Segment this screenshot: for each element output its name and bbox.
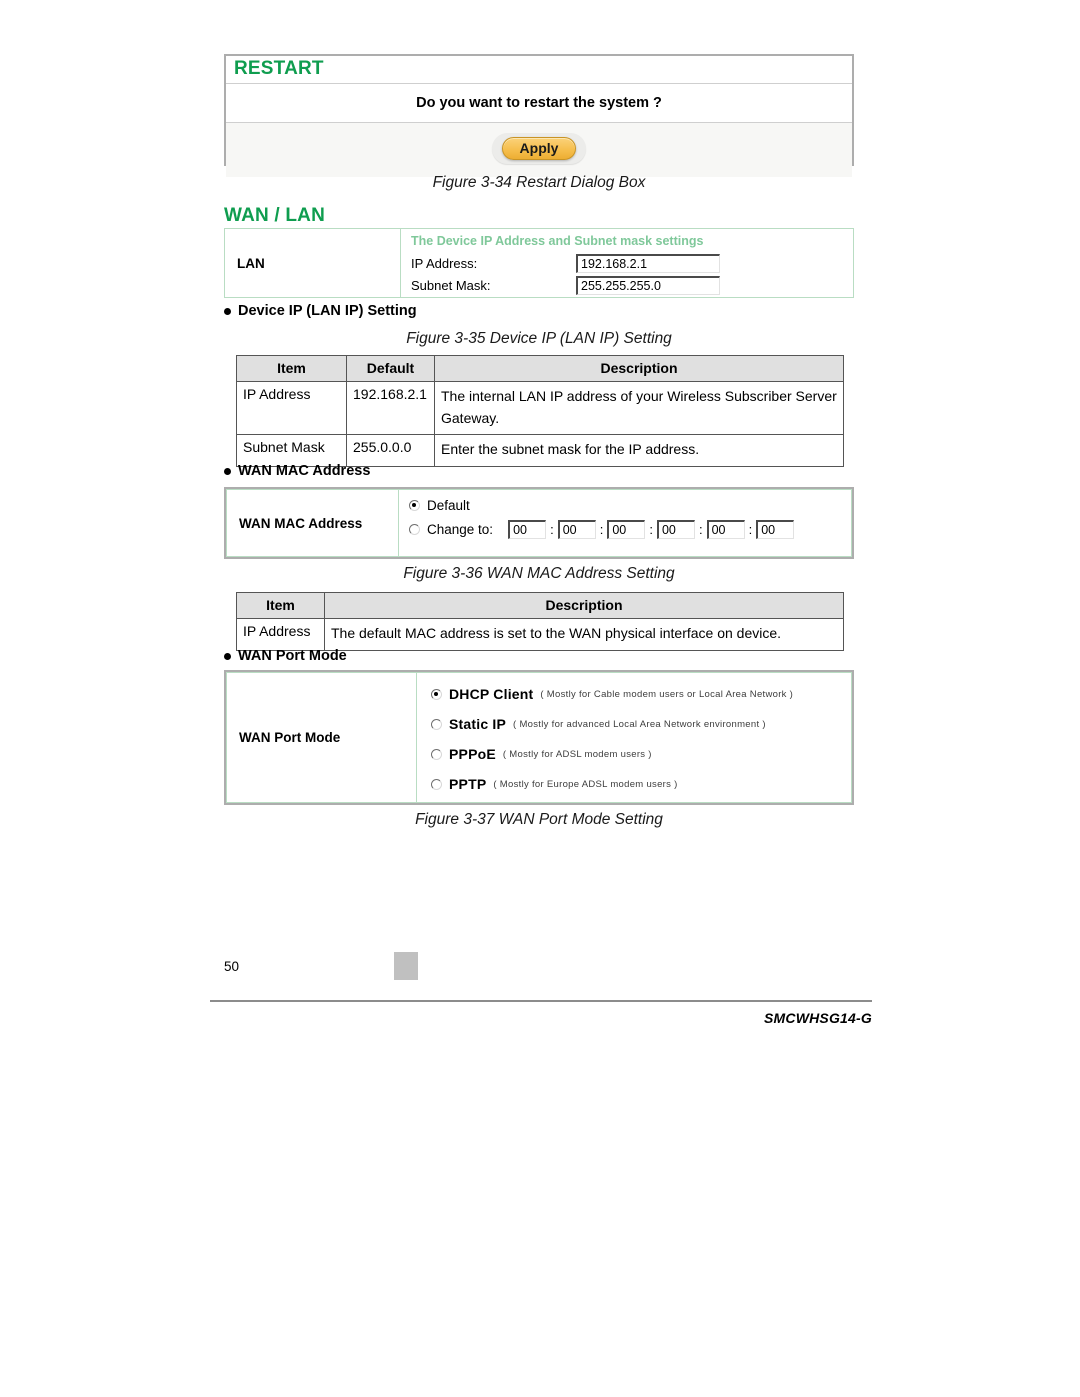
mac-octet-1[interactable]: [508, 520, 547, 539]
cell-item: IP Address: [236, 380, 347, 436]
mac-octet-2[interactable]: [557, 520, 596, 539]
footer-model-name: SMCWHSG14-G: [764, 1010, 872, 1026]
mac-separator: :: [649, 522, 653, 537]
wanlan-panel-title: WAN / LAN: [224, 205, 326, 226]
cell-description: The default MAC address is set to the WA…: [324, 618, 844, 651]
footer-placeholder-box: [394, 952, 419, 980]
mac-option-default-row[interactable]: Default: [409, 498, 851, 513]
mac-separator: :: [599, 522, 604, 537]
table-wan-mac: Item Description IP Address The default …: [236, 592, 844, 651]
restart-dialog-panel: RESTART Do you want to restart the syste…: [224, 54, 854, 177]
page-number: 50: [224, 958, 240, 974]
ip-address-input[interactable]: [576, 254, 720, 273]
mac-octet-4[interactable]: [656, 520, 695, 539]
port-mode-option-static-ip[interactable]: Static IP ( Mostly for advanced Local Ar…: [431, 709, 851, 739]
mac-separator: :: [748, 522, 753, 537]
table-device-ip: Item Default Description IP Address 192.…: [236, 355, 844, 468]
bullet-dot-icon: [224, 307, 231, 315]
radio-pppoe-icon[interactable]: [431, 748, 442, 760]
mac-separator: :: [550, 522, 554, 537]
table-row: IP Address The default MAC address is se…: [236, 618, 844, 651]
caption-figure-3-34: Figure 3-34 Restart Dialog Box: [432, 174, 646, 191]
subnet-mask-label: Subnet Mask:: [411, 278, 491, 293]
cell-item: IP Address: [236, 618, 325, 651]
port-mode-dhcp-client-hint: ( Mostly for Cable modem users or Local …: [540, 688, 794, 700]
mac-separator: :: [698, 522, 703, 537]
radio-default-icon[interactable]: [409, 500, 420, 511]
table-header-row: Item Description: [236, 592, 844, 619]
footer-divider: [210, 1000, 872, 1002]
caption-figure-3-37: Figure 3-37 WAN Port Mode Setting: [415, 811, 663, 828]
document-page: RESTART Do you want to restart the syste…: [0, 0, 1080, 1397]
lan-settings-body: The Device IP Address and Subnet mask se…: [401, 229, 853, 297]
heading-wan-mac-address: WAN MAC Address: [224, 463, 370, 479]
radio-pptp-icon[interactable]: [431, 778, 442, 790]
port-mode-static-ip-hint: ( Mostly for advanced Local Area Network…: [513, 718, 766, 730]
mac-octet-6[interactable]: [756, 520, 795, 539]
port-mode-option-pppoe[interactable]: PPPoE ( Mostly for ADSL modem users ): [431, 739, 851, 769]
mac-option-change-label: Change to:: [427, 522, 494, 537]
wan-port-mode-panel: WAN Port Mode DHCP Client ( Mostly for C…: [224, 670, 854, 805]
port-mode-option-dhcp-client[interactable]: DHCP Client ( Mostly for Cable modem use…: [431, 679, 851, 709]
heading-wan-mac-address-label: WAN MAC Address: [238, 463, 371, 479]
mac-option-default-label: Default: [427, 498, 470, 513]
cell-description: Enter the subnet mask for the IP address…: [434, 434, 844, 468]
mac-octet-group: : : : : :: [508, 520, 795, 539]
caption-figure-3-35: Figure 3-35 Device IP (LAN IP) Setting: [406, 330, 672, 347]
apply-button-halo: Apply: [491, 133, 587, 164]
radio-change-to-icon[interactable]: [409, 524, 420, 535]
bullet-dot-icon: [224, 467, 231, 475]
cell-default: 192.168.2.1: [346, 380, 435, 436]
radio-dhcp-client-icon[interactable]: [431, 688, 442, 700]
caption-figure-3-36: Figure 3-36 WAN MAC Address Setting: [403, 565, 675, 582]
port-mode-static-ip-label: Static IP: [449, 716, 507, 732]
port-mode-option-pptp[interactable]: PPTP ( Mostly for Europe ADSL modem user…: [431, 769, 851, 799]
mac-octet-5[interactable]: [706, 520, 745, 539]
mac-octet-3[interactable]: [607, 520, 646, 539]
mac-option-change-row[interactable]: Change to: : : : : :: [409, 520, 851, 539]
port-mode-pppoe-label: PPPoE: [449, 746, 496, 762]
wan-mac-body: Default Change to: : : : :: [399, 490, 851, 556]
column-header-description: Description: [434, 355, 844, 382]
wan-mac-row-label: WAN MAC Address: [227, 490, 399, 556]
port-mode-pptp-label: PPTP: [449, 776, 487, 792]
port-mode-pptp-hint: ( Mostly for Europe ADSL modem users ): [493, 778, 678, 790]
wan-mac-panel: WAN MAC Address Default Change to: : :: [224, 487, 854, 559]
column-header-item: Item: [236, 592, 325, 619]
restart-apply-row: Apply: [226, 123, 852, 177]
restart-panel-title: RESTART: [234, 58, 324, 79]
lan-row-label: LAN: [225, 229, 401, 297]
table-row: Subnet Mask 255.0.0.0 Enter the subnet m…: [236, 434, 844, 468]
wanlan-panel: LAN The Device IP Address and Subnet mas…: [224, 228, 854, 298]
table-row: IP Address 192.168.2.1 The internal LAN …: [236, 380, 844, 436]
port-mode-dhcp-client-label: DHCP Client: [449, 686, 534, 702]
cell-default: 255.0.0.0: [346, 434, 435, 468]
wan-port-mode-body: DHCP Client ( Mostly for Cable modem use…: [417, 673, 851, 802]
cell-description: The internal LAN IP address of your Wire…: [434, 380, 844, 436]
footer-top-row: 50: [224, 952, 872, 980]
port-mode-pppoe-hint: ( Mostly for ADSL modem users ): [502, 748, 652, 760]
apply-button[interactable]: Apply: [501, 137, 577, 160]
table-header-row: Item Default Description: [236, 355, 844, 382]
bullet-dot-icon: [224, 652, 231, 660]
ip-address-field-row: IP Address:: [411, 254, 853, 273]
heading-device-ip-setting: Device IP (LAN IP) Setting: [224, 303, 417, 319]
column-header-item: Item: [236, 355, 347, 382]
heading-wan-port-mode: WAN Port Mode: [224, 648, 347, 664]
restart-question: Do you want to restart the system ?: [226, 83, 852, 123]
heading-device-ip-setting-label: Device IP (LAN IP) Setting: [238, 303, 417, 319]
subnet-mask-field-row: Subnet Mask:: [411, 276, 853, 295]
wan-port-mode-row-label: WAN Port Mode: [227, 673, 417, 802]
column-header-default: Default: [346, 355, 435, 382]
heading-wan-port-mode-label: WAN Port Mode: [238, 648, 347, 664]
subnet-mask-input[interactable]: [576, 276, 720, 295]
lan-settings-subhead: The Device IP Address and Subnet mask se…: [411, 234, 704, 248]
cell-item: Subnet Mask: [236, 434, 347, 468]
column-header-description: Description: [324, 592, 844, 619]
ip-address-label: IP Address:: [411, 256, 478, 271]
wanlan-panel-title-wrap: WAN / LAN: [224, 203, 854, 230]
radio-static-ip-icon[interactable]: [431, 718, 442, 730]
